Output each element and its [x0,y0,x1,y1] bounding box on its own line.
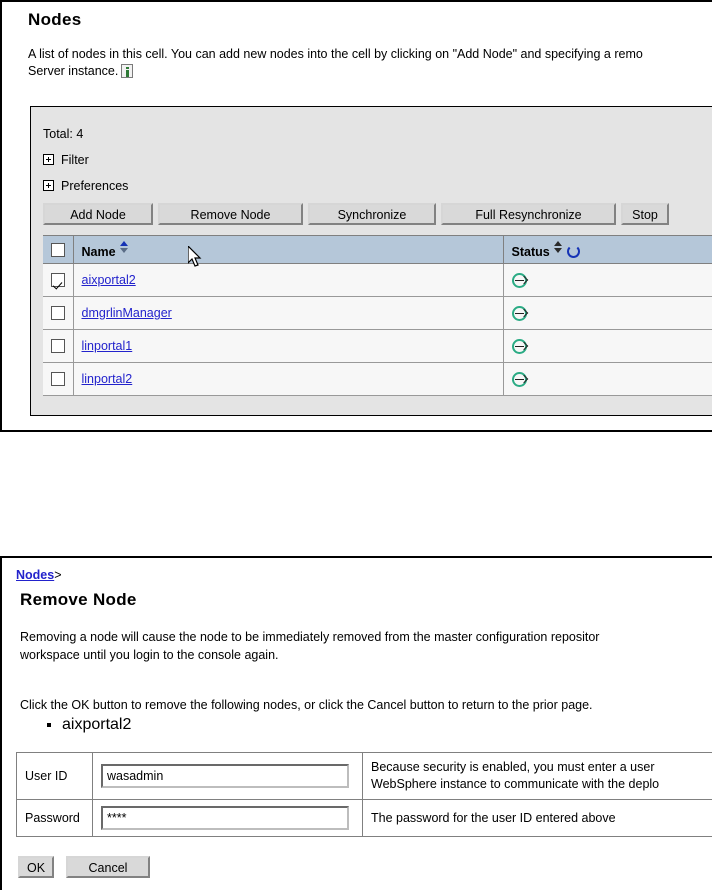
row-status-cell [503,263,712,297]
breadcrumb-separator: > [54,568,62,582]
page-description-line2: Server instance. [28,64,119,78]
userid-row: User ID Because security is enabled, you… [16,752,712,800]
remove-node-title: Remove Node [20,590,137,609]
userid-help-text: Because security is enabled, you must en… [362,752,712,800]
table-body: aixportal2 dmgrlinManager linportal1 lin… [43,263,712,396]
remove-node-panel: Nodes> Remove Node Removing a node will … [0,556,712,890]
table-row: linportal2 [43,362,712,396]
breadcrumb: Nodes> [16,568,62,582]
list-item: aixportal2 [62,715,131,735]
total-count-label: Total: 4 [43,127,84,141]
password-row: Password The password for the user ID en… [16,799,712,837]
cancel-button[interactable]: Cancel [66,856,150,878]
password-field-cell [92,799,363,837]
row-checkbox[interactable] [50,339,65,354]
table-header-row: Name Status [43,235,712,264]
filter-expander[interactable]: Filter [43,153,89,167]
info-icon[interactable] [121,64,134,78]
nodes-collection-box: Total: 4 Filter Preferences Add Node Rem… [30,106,712,416]
screenshot-root: Nodes A list of nodes in this cell. You … [0,0,712,890]
name-column-header[interactable]: Name [73,235,504,264]
add-node-button[interactable]: Add Node [43,203,153,225]
synchronize-button[interactable]: Synchronize [308,203,436,225]
page-description-line1: A list of nodes in this cell. You can ad… [28,47,643,61]
node-link[interactable]: linportal2 [82,372,133,386]
password-label: Password [16,799,93,837]
select-all-header [43,235,74,264]
synchronized-status-icon[interactable] [511,305,527,321]
synchronized-status-icon[interactable] [511,371,527,387]
row-name-cell: aixportal2 [73,263,504,297]
node-action-toolbar: Add Node Remove Node Synchronize Full Re… [43,203,669,225]
userid-label: User ID [16,752,93,800]
row-select-cell [43,296,74,330]
nodes-to-remove-list: aixportal2 [42,715,131,735]
sort-status-icon[interactable] [553,240,563,255]
nodes-table: Name Status aixportal2 dmgrlinManager li… [43,235,712,396]
status-column-label: Status [511,244,550,259]
row-checkbox[interactable] [50,306,65,321]
plus-icon [43,180,54,191]
row-name-cell: linportal2 [73,362,504,396]
row-select-cell [43,329,74,363]
password-input[interactable] [101,806,349,830]
stop-button[interactable]: Stop [621,203,669,225]
nodes-panel: Nodes A list of nodes in this cell. You … [0,0,712,432]
password-help-text: The password for the user ID entered abo… [362,799,712,837]
table-row: linportal1 [43,329,712,363]
row-select-cell [43,263,74,297]
page-title: Nodes [28,10,82,29]
node-link[interactable]: aixportal2 [82,273,136,287]
row-checkbox[interactable] [50,273,65,288]
full-resynchronize-button[interactable]: Full Resynchronize [441,203,616,225]
row-name-cell: dmgrlinManager [73,296,504,330]
userid-input[interactable] [101,764,349,788]
remove-description-line1: Removing a node will cause the node to b… [20,630,600,644]
userid-help-line2: WebSphere instance to communicate with t… [371,777,660,791]
breadcrumb-link-nodes[interactable]: Nodes [16,568,54,582]
remove-node-description: Removing a node will cause the node to b… [20,628,712,664]
plus-icon [43,154,54,165]
preferences-label: Preferences [61,179,129,193]
synchronized-status-icon[interactable] [511,338,527,354]
preferences-expander[interactable]: Preferences [43,179,128,193]
remove-description-line2: workspace until you login to the console… [20,648,279,662]
ok-button[interactable]: OK [18,856,54,878]
row-select-cell [43,362,74,396]
refresh-status-icon[interactable] [566,244,580,258]
node-link[interactable]: dmgrlinManager [82,306,172,320]
form-action-buttons: OK Cancel [18,856,150,878]
remove-instruction: Click the OK button to remove the follow… [20,698,593,712]
row-checkbox[interactable] [50,372,65,387]
sort-name-icon[interactable] [119,240,129,255]
status-column-header[interactable]: Status [503,235,712,264]
select-all-checkbox[interactable] [50,242,65,257]
credentials-table: User ID Because security is enabled, you… [16,752,712,837]
node-link[interactable]: linportal1 [82,339,133,353]
row-status-cell [503,296,712,330]
userid-field-cell [92,752,363,800]
page-description: A list of nodes in this cell. You can ad… [28,46,712,80]
name-column-label: Name [81,244,116,259]
userid-help-line1: Because security is enabled, you must en… [371,760,655,774]
row-status-cell [503,362,712,396]
table-row: dmgrlinManager [43,296,712,330]
row-status-cell [503,329,712,363]
table-row: aixportal2 [43,263,712,297]
synchronized-status-icon[interactable] [511,272,527,288]
remove-node-button[interactable]: Remove Node [158,203,303,225]
row-name-cell: linportal1 [73,329,504,363]
filter-label: Filter [61,153,89,167]
